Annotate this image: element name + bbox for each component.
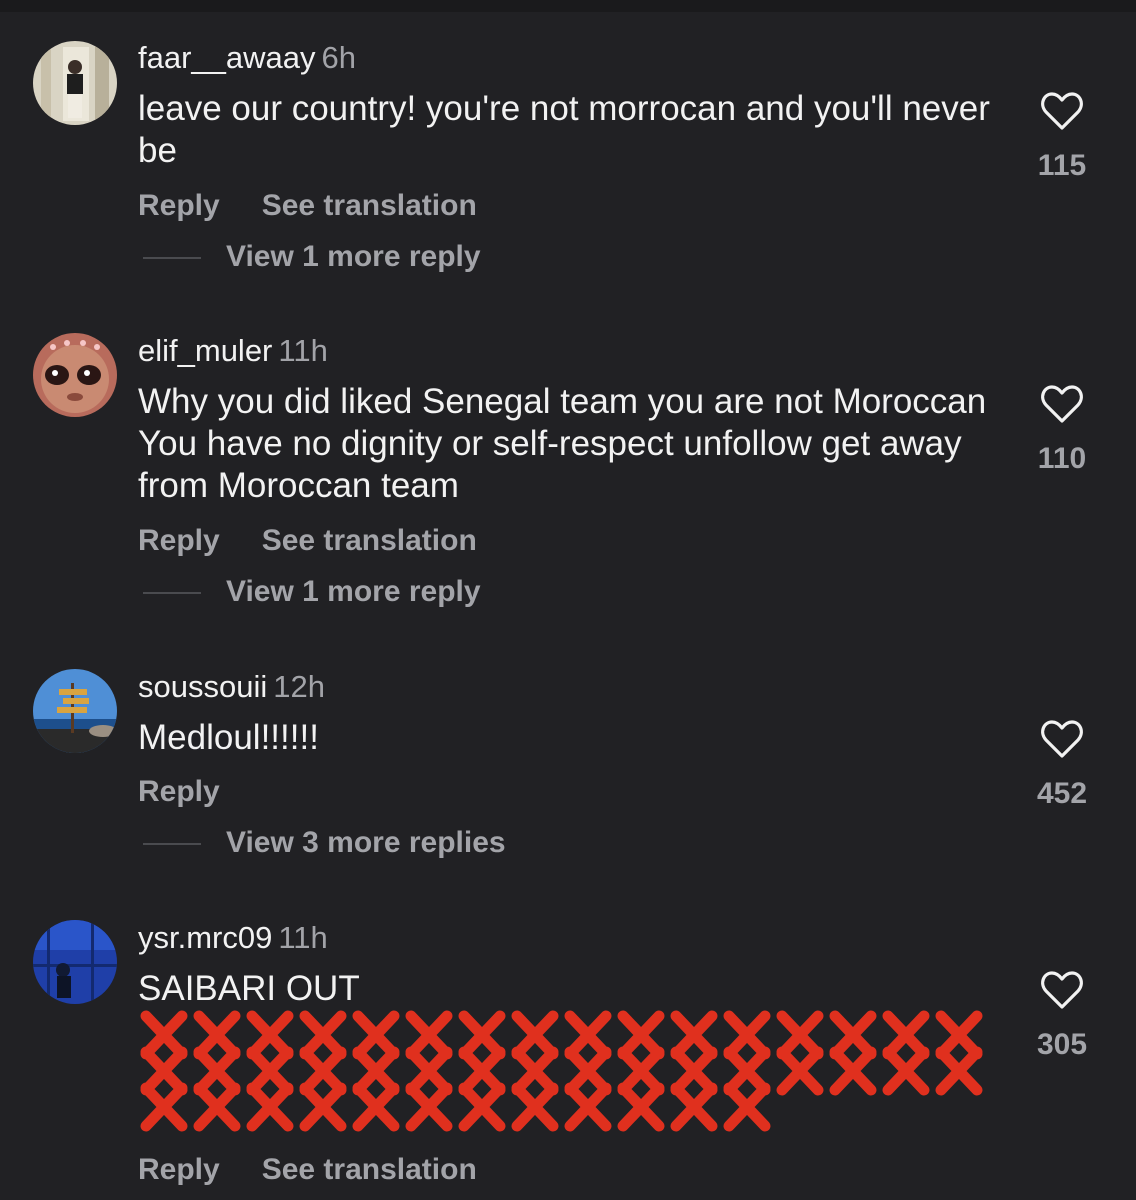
reply-button[interactable]: Reply — [138, 524, 220, 558]
cross-mark-emoji — [670, 1082, 718, 1132]
cross-mark-emoji — [617, 1082, 665, 1132]
heart-icon[interactable] — [1040, 91, 1084, 131]
cross-mark-emoji — [829, 1046, 877, 1096]
like-control: 115 — [1022, 91, 1102, 183]
avatar[interactable] — [33, 669, 117, 753]
see-translation-button[interactable]: See translation — [262, 524, 477, 558]
view-more-replies-label: View 3 more replies — [226, 826, 506, 859]
comment-header: ysr.mrc09 11h — [138, 920, 328, 956]
timestamp: 11h — [278, 920, 328, 955]
cross-mark-emoji — [352, 1082, 400, 1132]
reply-divider-line — [143, 843, 201, 846]
cross-mark-emoji — [935, 1046, 983, 1096]
cross-mark-emoji — [140, 1082, 188, 1132]
see-translation-button[interactable]: See translation — [262, 189, 477, 223]
comment-actions: Reply — [138, 775, 262, 809]
reply-button[interactable]: Reply — [138, 775, 220, 809]
like-count: 305 — [1036, 1028, 1088, 1061]
heart-icon[interactable] — [1040, 719, 1084, 759]
reply-divider-line — [143, 257, 201, 260]
view-more-replies-label: View 1 more reply — [226, 240, 481, 273]
timestamp: 12h — [273, 669, 325, 704]
view-more-replies-button[interactable]: View 3 more replies — [143, 826, 506, 860]
comment-header: faar__awaay 6h — [138, 40, 356, 76]
comment-header: elif_muler 11h — [138, 333, 328, 369]
reply-button[interactable]: Reply — [138, 1153, 220, 1187]
like-control: 110 — [1022, 384, 1102, 476]
cross-mark-emoji — [511, 1082, 559, 1132]
heart-icon[interactable] — [1040, 970, 1084, 1010]
reply-button[interactable]: Reply — [138, 189, 220, 223]
like-control: 452 — [1022, 719, 1102, 811]
see-translation-button[interactable]: See translation — [262, 1153, 477, 1187]
avatar[interactable] — [33, 41, 117, 125]
view-more-replies-button[interactable]: View 1 more reply — [143, 240, 481, 274]
cross-mark-emoji — [405, 1082, 453, 1132]
username[interactable]: ysr.mrc09 — [138, 920, 272, 955]
timestamp: 11h — [278, 333, 328, 368]
avatar[interactable] — [33, 333, 117, 417]
comment-text: Why you did liked Senegal team you are n… — [138, 382, 987, 505]
comment-actions: Reply See translation — [138, 524, 519, 558]
cross-mark-emoji — [723, 1082, 771, 1132]
cross-mark-emoji — [564, 1082, 612, 1132]
cross-mark-emoji — [246, 1082, 294, 1132]
view-more-replies-button[interactable]: View 1 more reply — [143, 575, 481, 609]
cross-mark-emoji — [776, 1046, 824, 1096]
comment-actions: Reply See translation — [138, 189, 519, 223]
cross-mark-emoji — [299, 1082, 347, 1132]
view-more-replies-label: View 1 more reply — [226, 575, 481, 608]
username[interactable]: faar__awaay — [138, 40, 316, 75]
cross-mark-emoji — [193, 1082, 241, 1132]
top-divider — [0, 0, 1136, 12]
heart-icon[interactable] — [1040, 384, 1084, 424]
timestamp: 6h — [321, 40, 356, 75]
like-count: 110 — [1037, 442, 1087, 475]
comment-actions: Reply See translation — [138, 1153, 519, 1187]
like-control: 305 — [1022, 970, 1102, 1062]
comment-text: leave our country! you're not morrocan a… — [138, 89, 990, 170]
comment-text: Medloul!!!!!! — [138, 718, 319, 757]
comment-text: SAIBARI OUT — [138, 969, 360, 1008]
username[interactable]: elif_muler — [138, 333, 272, 368]
reply-divider-line — [143, 592, 201, 595]
like-count: 115 — [1037, 149, 1087, 182]
cross-emoji-row — [138, 1082, 774, 1132]
comment-header: soussouii 12h — [138, 669, 325, 705]
avatar[interactable] — [33, 920, 117, 1004]
cross-mark-emoji — [882, 1046, 930, 1096]
cross-mark-emoji — [458, 1082, 506, 1132]
like-count: 452 — [1036, 777, 1088, 810]
username[interactable]: soussouii — [138, 669, 267, 704]
